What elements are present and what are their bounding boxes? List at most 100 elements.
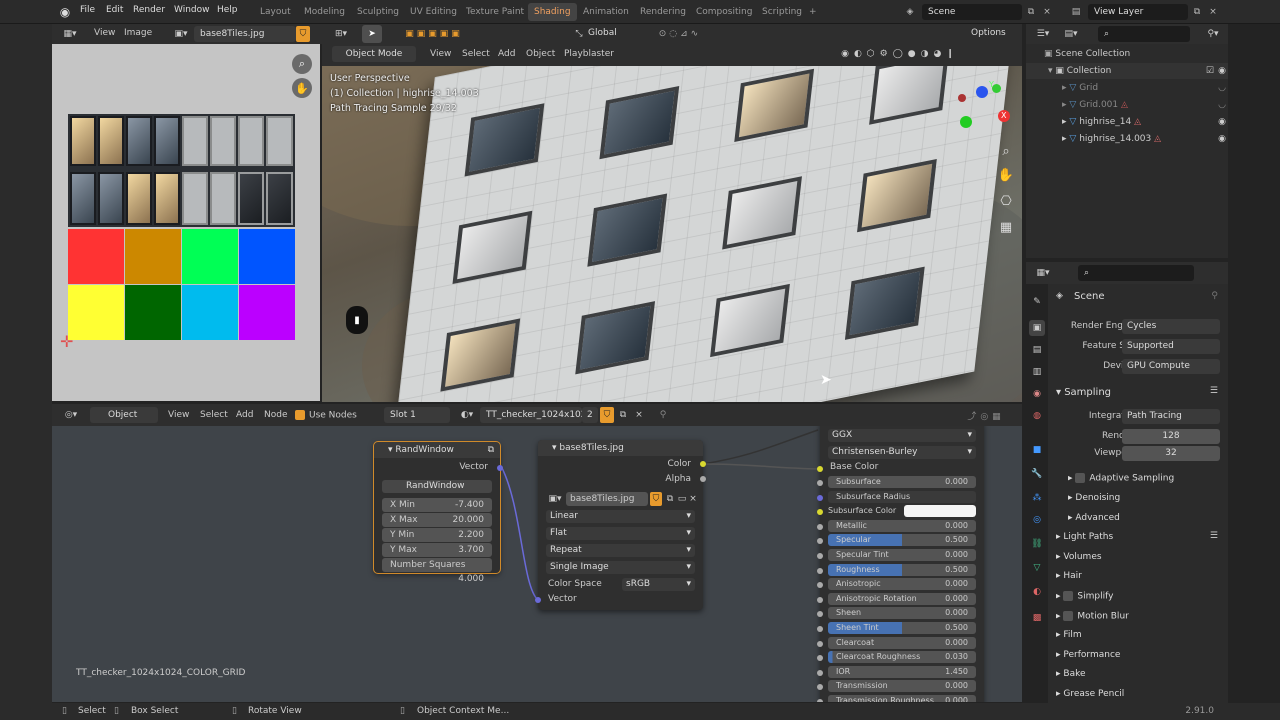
modifier-tab-icon[interactable]: 🔧 (1029, 466, 1045, 482)
grid-toggle-icon[interactable]: ▦ (996, 218, 1016, 238)
input-socket[interactable] (817, 626, 823, 632)
expand-icon[interactable]: ▸ (1062, 117, 1067, 127)
use-nodes-toggle[interactable]: Use Nodes (295, 410, 357, 421)
material-browse-icon[interactable]: ◐▾ (456, 408, 478, 422)
editor-type-icon[interactable]: ☰▾ (1032, 27, 1054, 41)
menu-object[interactable]: Object (526, 49, 555, 59)
eye-icon[interactable]: ◉ (1218, 63, 1226, 79)
input-socket[interactable] (817, 480, 823, 486)
vector-output-socket[interactable] (497, 465, 503, 471)
bsdf-input-field[interactable]: Sheen Tint 0.500 (828, 622, 976, 634)
properties-search-input[interactable]: ⌕ (1078, 265, 1194, 281)
pin-icon[interactable]: ⚲ (656, 407, 670, 423)
fake-user-shield-icon[interactable]: ⛉ (650, 492, 662, 506)
render-tab-icon[interactable]: ▣ (1029, 320, 1045, 336)
outliner-row[interactable]: ▸ ▽ highrise_14.003 ◬ ◉ (1026, 131, 1228, 147)
grease-pencil-panel[interactable]: ▸ Grease Pencil (1056, 689, 1124, 699)
checkbox-icon[interactable]: ☑ (1206, 63, 1214, 79)
2d-cursor-icon[interactable]: ✛ (60, 332, 73, 351)
bsdf-input-field[interactable]: Anisotropic Rotation 0.000 (828, 592, 976, 605)
eye-icon[interactable]: ◉ (1218, 114, 1226, 130)
image-selector[interactable]: ▣▾ base8Tiles.jpg ⛉ ⧉ ▭ × (546, 492, 698, 506)
expand-icon[interactable]: ▾ (1048, 66, 1053, 76)
color-output-socket[interactable] (700, 461, 706, 467)
open-folder-icon[interactable]: ▭ (676, 492, 688, 506)
subsurface-method-select[interactable]: Christensen-Burley ▾ (828, 446, 976, 459)
tab-rendering[interactable]: Rendering (634, 3, 692, 21)
outliner-row[interactable]: ▣ Scene Collection (1026, 46, 1228, 62)
adaptive-sampling-subpanel[interactable]: ▸ Adaptive Sampling (1068, 473, 1174, 484)
feature-set-select[interactable]: Supported (1122, 339, 1220, 354)
close-icon[interactable]: × (632, 407, 646, 423)
render-samples-field[interactable]: 128 (1122, 429, 1220, 444)
image-canvas[interactable]: ⌕ ✋ ✛ (52, 44, 320, 401)
tab-layout[interactable]: Layout (254, 3, 297, 21)
fake-user-shield-icon[interactable]: ⛉ (600, 407, 614, 423)
input-socket[interactable] (817, 538, 823, 545)
blender-logo-icon[interactable]: ◉ (58, 5, 72, 19)
close-icon[interactable]: × (688, 492, 698, 506)
eye-closed-icon[interactable]: ◡ (1218, 97, 1226, 113)
gizmo-neg-y[interactable] (960, 116, 972, 128)
bsdf-input-field[interactable]: Transmission 0.000 (828, 680, 976, 693)
input-socket[interactable] (817, 655, 823, 662)
editor-type-icon[interactable]: ◎▾ (60, 408, 82, 422)
advanced-subpanel[interactable]: ▸ Advanced (1068, 513, 1120, 523)
slot-select[interactable]: Slot 1 (384, 407, 450, 423)
bsdf-input-field[interactable]: Anisotropic 0.000 (828, 578, 976, 591)
performance-panel[interactable]: ▸ Performance (1056, 650, 1120, 660)
input-socket[interactable] (817, 553, 823, 559)
input-socket[interactable] (817, 582, 823, 589)
viewport-samples-field[interactable]: 32 (1122, 446, 1220, 461)
add-workspace-button[interactable]: + (803, 3, 823, 21)
menu-add[interactable]: Add (236, 410, 253, 420)
menu-select[interactable]: Select (462, 49, 490, 59)
transform-orientation[interactable]: Global (588, 28, 617, 38)
integrator-select[interactable]: Path Tracing (1122, 409, 1220, 424)
bsdf-input-field[interactable]: Clearcoat 0.000 (828, 636, 976, 649)
scene-icon[interactable]: ◈ (900, 4, 920, 20)
editor-type-icon[interactable]: ⊞▾ (330, 27, 352, 41)
projection-select[interactable]: Flat ▾ (546, 527, 695, 540)
zoom-icon[interactable]: ⌕ (996, 142, 1016, 162)
image-browse-icon[interactable]: ▣▾ (546, 492, 564, 506)
bsdf-input-field[interactable]: Sheen 0.000 (828, 607, 976, 620)
expand-icon[interactable]: ▸ (1062, 134, 1067, 144)
ymin-field[interactable]: Y Min 2.200 (382, 528, 492, 542)
editor-type-icon[interactable]: ▦▾ (58, 26, 82, 42)
eye-closed-icon[interactable]: ◡ (1218, 80, 1226, 96)
menu-view[interactable]: View (430, 49, 451, 59)
device-select[interactable]: GPU Compute (1122, 359, 1220, 374)
input-socket[interactable] (817, 669, 823, 676)
object-tab-icon[interactable]: ■ (1029, 442, 1045, 458)
input-socket[interactable] (817, 596, 823, 603)
snap-proportional-icons[interactable]: ⊙◌⊿∿ (640, 26, 720, 42)
input-socket[interactable] (817, 509, 823, 516)
motion-blur-panel[interactable]: ▸ Motion Blur (1056, 611, 1129, 622)
bsdf-input-field[interactable]: Roughness 0.500 (828, 563, 976, 576)
gizmo-neg-x[interactable] (958, 94, 966, 102)
texture-tab-icon[interactable]: ▩ (1029, 610, 1045, 626)
sampling-panel-header[interactable]: ▾ Sampling (1056, 387, 1111, 398)
tab-texture-paint[interactable]: Texture Paint (460, 3, 530, 21)
input-socket[interactable] (817, 684, 823, 691)
ymax-field[interactable]: Y Max 3.700 (382, 543, 492, 557)
menu-render[interactable]: Render (133, 5, 165, 15)
volumes-panel[interactable]: ▸ Volumes (1056, 552, 1102, 562)
input-socket[interactable] (817, 523, 823, 530)
node-header[interactable]: ▾ base8Tiles.jpg (538, 440, 703, 456)
gizmo-y[interactable] (992, 84, 1001, 93)
object-mode-selector[interactable]: Object Mode (332, 46, 416, 62)
copy-scene-icon[interactable]: ⧉ (1024, 4, 1038, 20)
node-header[interactable]: ▾ RandWindow ⧉ (374, 442, 500, 458)
outliner-row[interactable]: ▸ ▽ highrise_14 ◬ ◉ (1026, 114, 1228, 130)
outliner-row[interactable]: ▸ ▽ Grid.001 ◬ ◡ (1026, 97, 1228, 113)
simplify-panel[interactable]: ▸ Simplify (1056, 591, 1113, 602)
building-mesh[interactable] (388, 66, 1021, 402)
menu-file[interactable]: File (80, 5, 95, 15)
menu-view[interactable]: View (94, 28, 115, 38)
orientation-icon[interactable]: ⤡ (572, 26, 586, 42)
image-name-field[interactable]: base8Tiles.jpg (566, 492, 648, 506)
checkbox-icon[interactable] (295, 410, 305, 420)
input-socket[interactable] (817, 640, 823, 647)
